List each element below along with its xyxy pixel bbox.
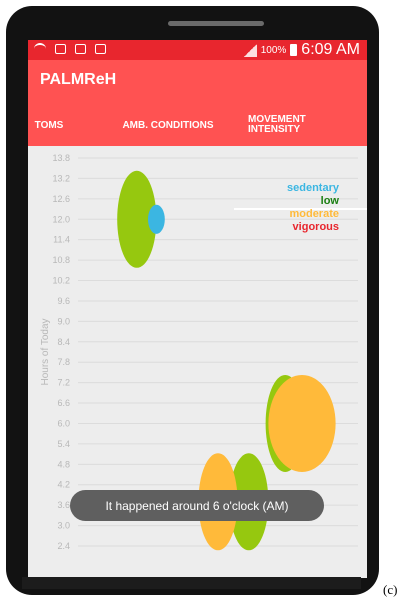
- tab-symptoms-label: TOMS: [34, 119, 64, 131]
- y-tick-label: 12.0: [52, 214, 70, 224]
- speaker-grille: [168, 21, 264, 26]
- y-tick-label: 12.6: [52, 194, 70, 204]
- voicemail-icon: [55, 43, 66, 54]
- y-tick-label: 4.2: [57, 480, 70, 490]
- y-tick-label: 9.6: [57, 296, 70, 306]
- tab-amb-conditions[interactable]: AMB. CONDITIONS: [108, 104, 228, 146]
- y-tick-label: 5.4: [57, 439, 70, 449]
- y-tick-label: 13.2: [52, 173, 70, 183]
- tab-movement-intensity[interactable]: MOVEMENT INTENSITY: [234, 104, 367, 146]
- notification-icons: [34, 43, 106, 54]
- y-tick-label: 6.0: [57, 418, 70, 428]
- legend-item-sedentary: sedentary: [287, 182, 340, 194]
- legend-item-vigorous: vigorous: [293, 221, 339, 233]
- status-bar: 100% 6:09 AM: [28, 40, 367, 60]
- y-tick-label: 8.4: [57, 337, 70, 347]
- signal-icon: [243, 43, 257, 57]
- y-tick-label: 3.6: [57, 500, 70, 510]
- legend-item-moderate: moderate: [289, 208, 339, 220]
- tab-amb-conditions-label: AMB. CONDITIONS: [122, 119, 214, 131]
- tab-bar: TOMS AMB. CONDITIONS MOVEMENT INTENSITY: [28, 104, 367, 210]
- app-title: PALMReH: [40, 71, 117, 88]
- y-tick-label: 9.0: [57, 316, 70, 326]
- y-tick-label: 3.0: [57, 521, 70, 531]
- status-right: 100% 6:09 AM: [243, 41, 360, 59]
- app-bar: PALMReH: [28, 60, 367, 104]
- bottom-bezel: [22, 577, 361, 589]
- tab-movement-label-line2: INTENSITY: [248, 124, 301, 135]
- data-point-moderate: [268, 374, 336, 472]
- y-tick-label: 10.8: [52, 255, 70, 265]
- phone-notification-icon: [95, 43, 106, 54]
- battery-icon: [290, 44, 298, 56]
- y-tick-label: 6.6: [57, 398, 70, 408]
- status-time: 6:09 AM: [301, 41, 360, 58]
- legend-item-low: low: [321, 195, 340, 207]
- y-tick-label: 10.2: [52, 276, 70, 286]
- battery-percent: 100%: [260, 44, 287, 56]
- toast-message: It happened around 6 o'clock (AM): [70, 490, 324, 521]
- y-tick-label: 11.4: [53, 235, 70, 245]
- y-tick-label: 2.4: [57, 541, 70, 551]
- data-point-sedentary: [148, 204, 165, 234]
- toast-text: It happened around 6 o'clock (AM): [105, 498, 289, 513]
- y-tick-label: 13.8: [52, 153, 70, 163]
- tab-symptoms[interactable]: TOMS: [28, 104, 75, 146]
- figure-caption: (c): [383, 582, 398, 597]
- y-axis-label: Hours of Today: [40, 318, 51, 385]
- y-tick-label: 7.2: [57, 378, 70, 388]
- y-tick-label: 7.8: [57, 357, 70, 367]
- sim-icon: [75, 43, 86, 54]
- phone-screen: 100% 6:09 AM PALMReH TOMS AMB. CONDITION…: [28, 40, 367, 578]
- phone-frame: 100% 6:09 AM PALMReH TOMS AMB. CONDITION…: [6, 6, 379, 595]
- y-tick-label: 4.8: [57, 459, 70, 469]
- wifi-icon: [34, 43, 46, 54]
